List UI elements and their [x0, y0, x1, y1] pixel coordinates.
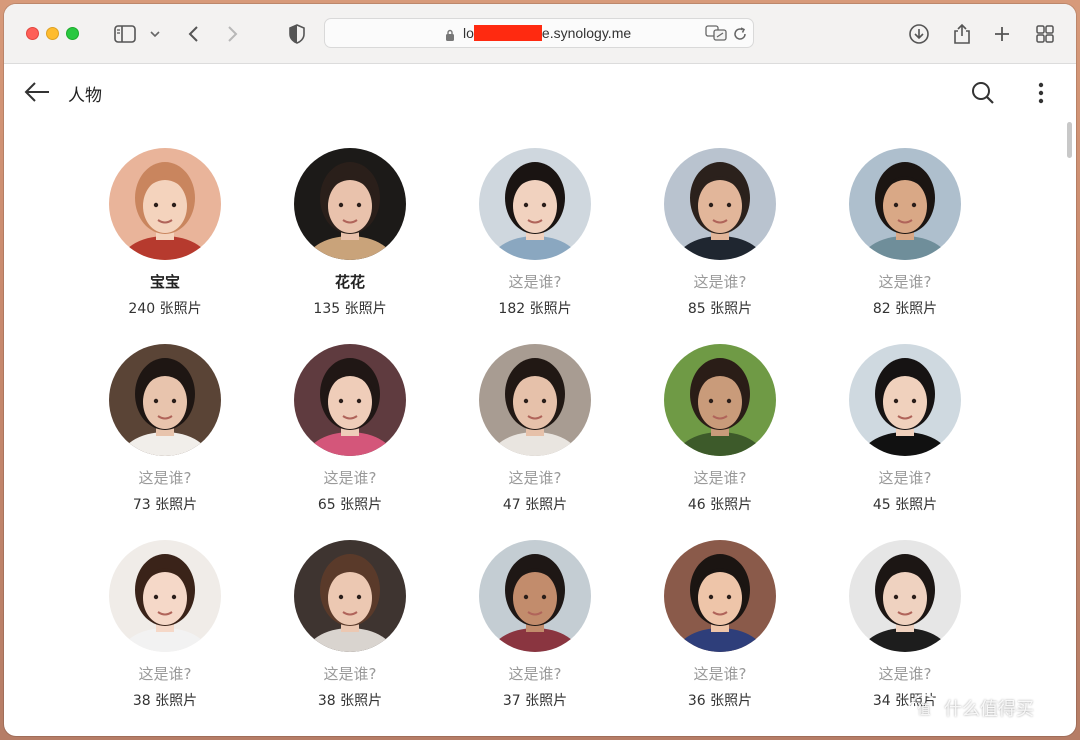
url-text: lo e.synology.me [463, 25, 632, 41]
photo-count: 38 张照片 [132, 693, 198, 709]
back-arrow-icon[interactable] [22, 80, 52, 104]
person-avatar[interactable] [479, 148, 591, 260]
person-card[interactable]: 这是谁? 65 张照片 [271, 316, 431, 513]
person-card[interactable]: 这是谁? 85 张照片 [641, 120, 801, 317]
person-avatar[interactable] [664, 540, 776, 652]
downloads-icon[interactable] [906, 21, 932, 47]
redaction-block [473, 25, 542, 41]
person-avatar[interactable] [849, 344, 961, 456]
person-avatar[interactable] [294, 344, 406, 456]
person-avatar[interactable] [294, 148, 406, 260]
translate-icon[interactable] [705, 25, 727, 45]
photo-count: 47 张照片 [502, 497, 568, 513]
person-avatar[interactable] [849, 148, 961, 260]
new-tab-icon[interactable] [989, 21, 1015, 47]
browser-window: lo e.synology.me 人物 宝宝 240 张照片 花花 135 张照… [4, 4, 1076, 736]
scrollbar[interactable] [1064, 120, 1074, 732]
sidebar-toggle-icon[interactable] [112, 21, 138, 47]
tab-overview-icon[interactable] [1032, 21, 1058, 47]
watermark-logo: 值 [910, 694, 938, 722]
person-card[interactable]: 宝宝 240 张照片 [86, 120, 246, 317]
app-header: 人物 [4, 64, 1076, 120]
person-name-placeholder[interactable]: 这是谁? [641, 271, 799, 292]
person-name-placeholder[interactable]: 这是谁? [641, 467, 799, 488]
page-title: 人物 [68, 86, 102, 106]
person-avatar[interactable] [664, 344, 776, 456]
more-options-icon[interactable] [1028, 80, 1054, 106]
person-card[interactable]: 这是谁? 73 张照片 [86, 316, 246, 513]
person-avatar[interactable] [849, 540, 961, 652]
photo-count: 85 张照片 [687, 301, 753, 317]
scroll-thumb[interactable] [1067, 122, 1072, 158]
privacy-shield-icon[interactable] [284, 21, 310, 47]
person-avatar[interactable] [109, 540, 221, 652]
reload-icon[interactable] [733, 26, 747, 45]
back-nav-icon[interactable] [180, 21, 206, 47]
person-card[interactable]: 这是谁? 38 张照片 [86, 512, 246, 709]
person-name: 花花 [334, 273, 365, 291]
photo-count: 37 张照片 [502, 693, 568, 709]
people-grid: 宝宝 240 张照片 花花 135 张照片 这是谁? 182 张照片 这是谁? 85 张照片这… [4, 120, 1060, 736]
search-icon[interactable] [970, 80, 996, 106]
person-name-placeholder[interactable]: 这是谁? [826, 663, 984, 684]
lock-icon [445, 27, 455, 46]
share-icon[interactable] [949, 21, 975, 47]
person-name-placeholder[interactable]: 这是谁? [456, 663, 614, 684]
person-name-placeholder[interactable]: 这是谁? [641, 663, 799, 684]
person-name-placeholder[interactable]: 这是谁? [826, 271, 984, 292]
person-name-placeholder[interactable]: 这是谁? [86, 663, 244, 684]
watermark: 值 什么值得买 [910, 694, 1034, 722]
photo-count: 45 张照片 [872, 497, 938, 513]
minimize-window-button[interactable] [46, 27, 59, 40]
person-card[interactable]: 这是谁? 34 张照片 [826, 512, 986, 709]
person-avatar[interactable] [109, 344, 221, 456]
person-name-placeholder[interactable]: 这是谁? [271, 467, 429, 488]
photo-count: 135 张照片 [313, 301, 387, 317]
person-name: 宝宝 [149, 273, 180, 291]
person-name-placeholder[interactable]: 这是谁? [456, 271, 614, 292]
person-avatar[interactable] [479, 344, 591, 456]
photo-count: 46 张照片 [687, 497, 753, 513]
browser-toolbar: lo e.synology.me [4, 4, 1076, 64]
person-card[interactable]: 这是谁? 182 张照片 [456, 120, 616, 317]
person-avatar[interactable] [109, 148, 221, 260]
person-card[interactable]: 花花 135 张照片 [271, 120, 431, 317]
person-avatar[interactable] [479, 540, 591, 652]
chevron-down-icon[interactable] [142, 21, 168, 47]
forward-nav-icon[interactable] [220, 21, 246, 47]
photo-count: 38 张照片 [317, 693, 383, 709]
photo-count: 65 张照片 [317, 497, 383, 513]
person-card[interactable]: 这是谁? 47 张照片 [456, 316, 616, 513]
watermark-text: 什么值得买 [944, 699, 1034, 720]
zoom-window-button[interactable] [66, 27, 79, 40]
person-name-placeholder[interactable]: 这是谁? [271, 663, 429, 684]
person-card[interactable]: 这是谁? 45 张照片 [826, 316, 986, 513]
photo-count: 36 张照片 [687, 693, 753, 709]
person-card[interactable]: 这是谁? 82 张照片 [826, 120, 986, 317]
address-bar[interactable]: lo e.synology.me [324, 18, 754, 48]
person-name-placeholder[interactable]: 这是谁? [826, 467, 984, 488]
photo-count: 240 张照片 [128, 301, 202, 317]
photo-count: 73 张照片 [132, 497, 198, 513]
person-avatar[interactable] [294, 540, 406, 652]
person-avatar[interactable] [664, 148, 776, 260]
person-name-placeholder[interactable]: 这是谁? [86, 467, 244, 488]
person-card[interactable]: 这是谁? 36 张照片 [641, 512, 801, 709]
person-name-placeholder[interactable]: 这是谁? [456, 467, 614, 488]
photo-count: 182 张照片 [498, 301, 572, 317]
person-card[interactable]: 这是谁? 38 张照片 [271, 512, 431, 709]
person-card[interactable]: 这是谁? 46 张照片 [641, 316, 801, 513]
person-card[interactable]: 这是谁? 37 张照片 [456, 512, 616, 709]
close-window-button[interactable] [26, 27, 39, 40]
photo-count: 82 张照片 [872, 301, 938, 317]
